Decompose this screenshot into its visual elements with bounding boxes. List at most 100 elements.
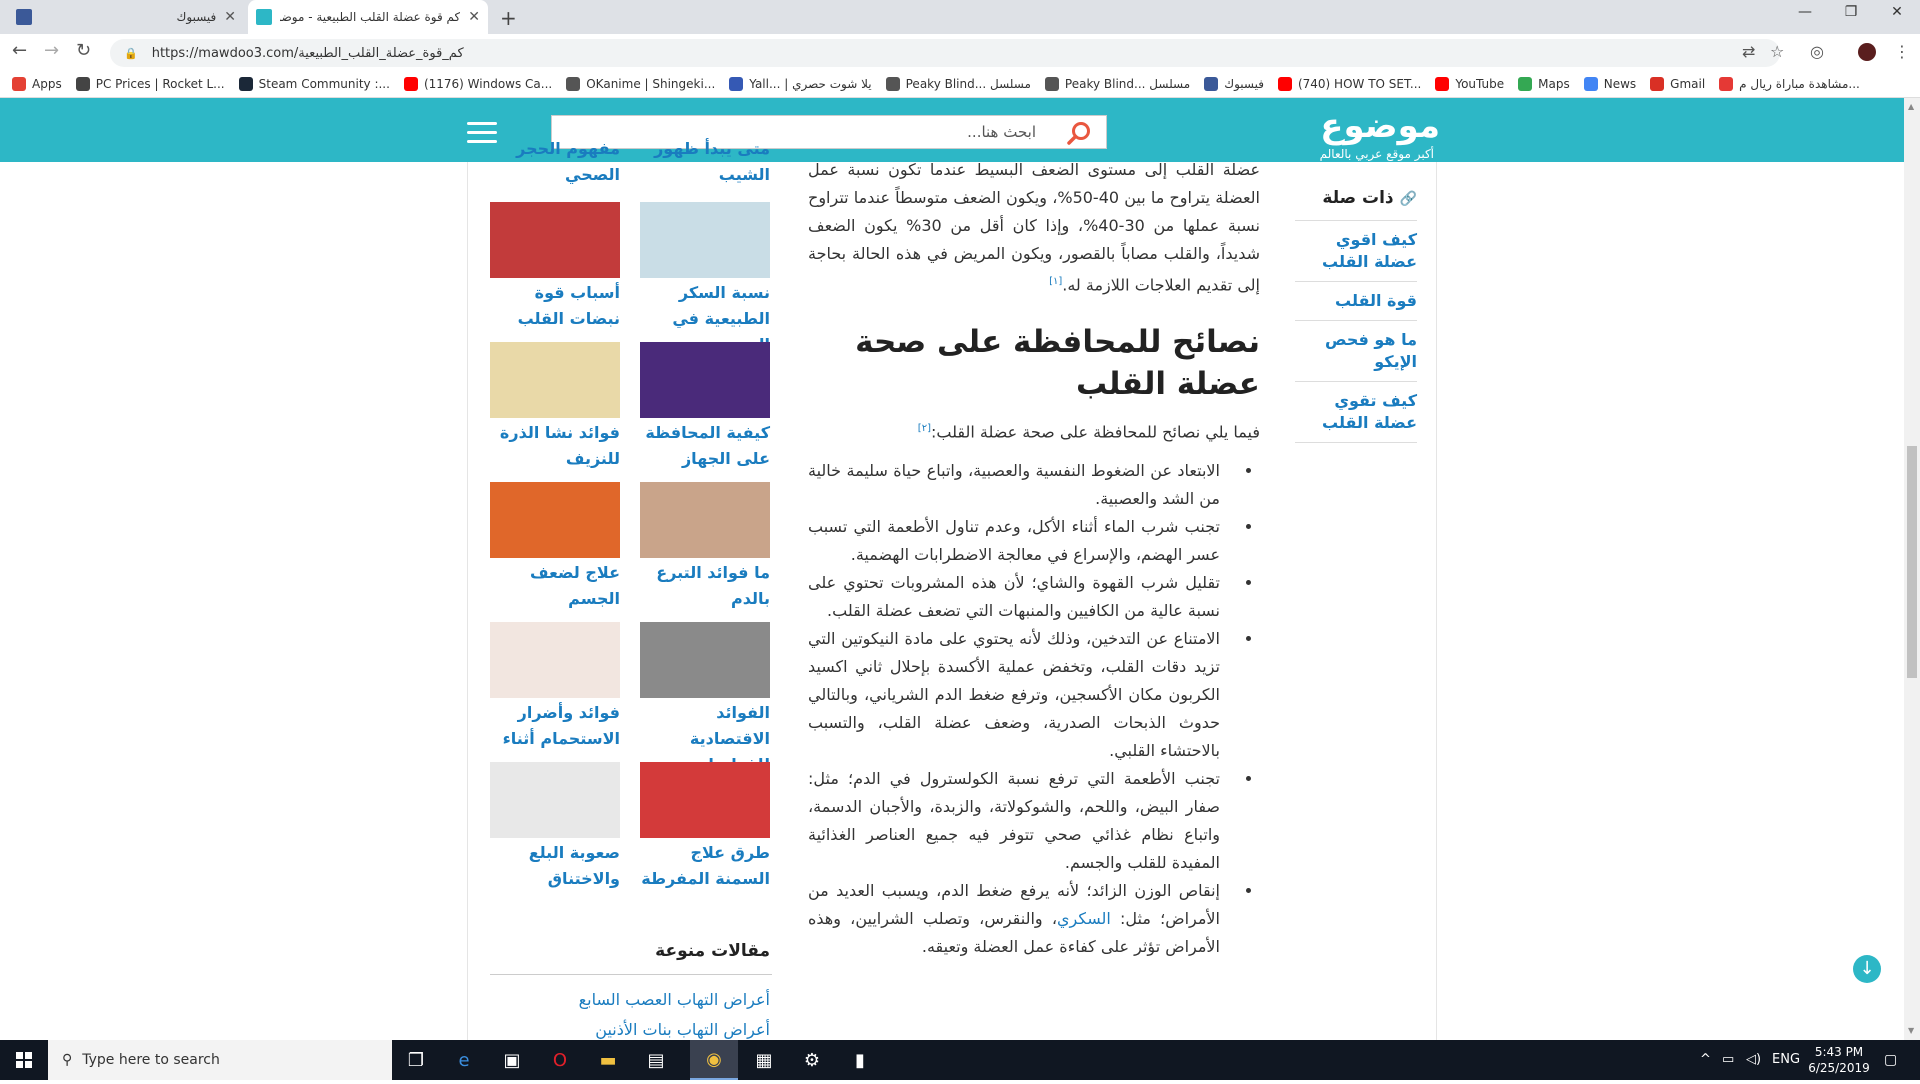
- tray-chevron-icon[interactable]: ^: [1700, 1052, 1711, 1067]
- reload-icon[interactable]: ↻: [76, 40, 91, 61]
- article-thumbnail[interactable]: [490, 202, 620, 278]
- network-icon[interactable]: ▭: [1722, 1052, 1734, 1067]
- windows-start-icon[interactable]: [0, 1040, 48, 1080]
- translate-icon[interactable]: ⇄: [1742, 42, 1755, 61]
- article-card[interactable]: الفوائد الاقتصادية للفطريات: [640, 622, 770, 774]
- article-thumbnail[interactable]: [640, 202, 770, 278]
- bookmark-item[interactable]: News: [1583, 76, 1636, 91]
- bookmark-item[interactable]: Peaky Blind... مسلسل: [885, 76, 1031, 91]
- article-thumbnail[interactable]: [640, 342, 770, 418]
- article-card[interactable]: طرق علاج السمنة المفرطة: [640, 762, 770, 902]
- scroll-up-arrow-icon[interactable]: ▲: [1908, 102, 1914, 111]
- bookmark-item[interactable]: Maps: [1518, 76, 1570, 91]
- edge-icon[interactable]: e: [440, 1040, 488, 1080]
- article-card[interactable]: فوائد وأضرار الاستحمام أثناء: [490, 622, 620, 762]
- article-thumbnail[interactable]: [490, 482, 620, 558]
- new-tab-button[interactable]: +: [500, 6, 517, 30]
- clock[interactable]: 5:43 PM 6/25/2019: [1804, 1044, 1874, 1076]
- article-card-title[interactable]: علاج لضعف الجسم: [490, 560, 620, 612]
- minimize-icon[interactable]: —: [1782, 4, 1828, 20]
- site-logo[interactable]: موضوع أكبر موقع عربي بالعالم: [1200, 106, 1440, 161]
- article-lead: فيما يلي نصائح للمحافظة على صحة عضلة الق…: [917, 422, 1260, 442]
- bookmark-item[interactable]: YouTube: [1435, 76, 1504, 91]
- task-view-icon[interactable]: ❐: [392, 1040, 440, 1080]
- page-scrollbar[interactable]: ▲ ▼: [1904, 98, 1920, 1040]
- bookmark-icon: [1650, 76, 1665, 91]
- misc-article-link[interactable]: أعراض التهاب بنات الأذنين: [490, 1020, 770, 1039]
- article-card-title[interactable]: طرق علاج السمنة المفرطة: [640, 840, 770, 892]
- related-link[interactable]: كيف اقوي عضلة القلب: [1295, 221, 1417, 282]
- article-thumbnail[interactable]: [490, 762, 620, 838]
- related-link[interactable]: ما هو فحص الإيكو: [1295, 321, 1417, 382]
- bookmark-item[interactable]: OKanime | Shingeki...: [566, 76, 715, 91]
- tab-facebook[interactable]: فيسبوك ✕: [8, 0, 244, 34]
- article-card-title[interactable]: فوائد وأضرار الاستحمام أثناء: [490, 700, 620, 752]
- article-card[interactable]: متى يبدأ ظهور الشيب: [640, 136, 770, 196]
- reference-link[interactable]: [٢]: [918, 423, 931, 434]
- store-icon[interactable]: ▣: [488, 1040, 536, 1080]
- search-icon: ⚲: [62, 1052, 73, 1068]
- extension-icon[interactable]: ◎: [1810, 42, 1824, 61]
- maximize-icon[interactable]: ❐: [1828, 4, 1874, 20]
- article-card-title[interactable]: فوائد نشا الذرة للنزيف: [490, 420, 620, 472]
- menu-dots-icon[interactable]: ⋮: [1894, 42, 1910, 61]
- scrollbar-thumb[interactable]: [1907, 446, 1917, 678]
- close-window-icon[interactable]: ✕: [1874, 4, 1920, 20]
- article-card[interactable]: نسبة السكر الطبيعية في الدم: [640, 202, 770, 354]
- language-indicator[interactable]: ENG: [1772, 1052, 1800, 1067]
- bookmark-item[interactable]: فيسبوك: [1204, 76, 1264, 91]
- article-thumbnail[interactable]: [640, 482, 770, 558]
- chrome-icon[interactable]: ◉: [690, 1040, 738, 1080]
- article-thumbnail[interactable]: [640, 762, 770, 838]
- article-card-title[interactable]: كيفية المحافظة على الجهاز: [640, 420, 770, 472]
- article-card[interactable]: علاج لضعف الجسم: [490, 482, 620, 622]
- related-link[interactable]: كيف تقوي عضلة القلب: [1295, 382, 1417, 443]
- scroll-down-arrow-icon[interactable]: ▼: [1908, 1026, 1914, 1035]
- close-icon[interactable]: ✕: [468, 9, 480, 25]
- profile-avatar[interactable]: [1858, 43, 1876, 61]
- bookmark-item[interactable]: (740) HOW TO SET...: [1277, 76, 1421, 91]
- article-card[interactable]: ما فوائد التبرع بالدم: [640, 482, 770, 622]
- article-card-title[interactable]: أسباب قوة نبضات القلب: [490, 280, 620, 332]
- article-card[interactable]: صعوبة البلع والاختناق: [490, 762, 620, 902]
- app-icon[interactable]: ▮: [836, 1040, 884, 1080]
- steam-icon[interactable]: ⚙: [788, 1040, 836, 1080]
- bookmark-item[interactable]: PC Prices | Rocket L...: [75, 76, 225, 91]
- search-icon[interactable]: [1066, 120, 1092, 146]
- diabetes-link[interactable]: السكري: [1057, 909, 1111, 928]
- app-icon[interactable]: ▤: [632, 1040, 680, 1080]
- article-thumbnail[interactable]: [490, 342, 620, 418]
- opera-icon[interactable]: O: [536, 1040, 584, 1080]
- article-thumbnail[interactable]: [640, 622, 770, 698]
- article-card-title[interactable]: ما فوائد التبرع بالدم: [640, 560, 770, 612]
- article-card-title[interactable]: صعوبة البلع والاختناق: [490, 840, 620, 892]
- volume-icon[interactable]: ◁): [1746, 1052, 1761, 1067]
- bookmark-item[interactable]: مشاهدة مباراة ريال م...: [1719, 76, 1860, 91]
- bookmark-item[interactable]: Apps: [12, 76, 62, 91]
- notification-icon[interactable]: ▢: [1884, 1052, 1897, 1068]
- article-card[interactable]: فوائد نشا الذرة للنزيف: [490, 342, 620, 482]
- taskbar-search-input[interactable]: ⚲ Type here to search: [48, 1040, 392, 1080]
- bookmark-item[interactable]: Gmail: [1650, 76, 1705, 91]
- article-card[interactable]: مفهوم الحجر الصحي: [490, 136, 620, 196]
- address-bar[interactable]: 🔒 https://mawdoo3.com/كم_قوة_عضلة_القلب_…: [110, 39, 1780, 67]
- star-icon[interactable]: ☆: [1770, 42, 1784, 61]
- app-icon[interactable]: ▦: [740, 1040, 788, 1080]
- article-thumbnail[interactable]: [490, 622, 620, 698]
- bookmark-item[interactable]: (1176) Windows Ca...: [403, 76, 552, 91]
- tab-mawdoo3[interactable]: كم قوة عضلة القلب الطبيعية - موضوع ✕: [248, 0, 488, 34]
- related-link[interactable]: قوة القلب: [1295, 282, 1417, 321]
- bookmark-item[interactable]: Steam Community :...: [238, 76, 390, 91]
- misc-article-link[interactable]: أعراض التهاب العصب السابع: [490, 990, 770, 1009]
- reference-link[interactable]: [١]: [1049, 276, 1062, 287]
- scroll-down-icon[interactable]: ↓: [1853, 955, 1881, 983]
- article-card[interactable]: كيفية المحافظة على الجهاز: [640, 342, 770, 482]
- card-row: ما فوائد التبرع بالدم علاج لضعف الجسم: [490, 482, 770, 622]
- bookmark-item[interactable]: Yall... | يلا شوت حصري: [729, 76, 872, 91]
- article-card[interactable]: أسباب قوة نبضات القلب: [490, 202, 620, 342]
- bookmark-item[interactable]: Peaky Blind... مسلسل: [1044, 76, 1190, 91]
- back-icon[interactable]: ←: [12, 40, 27, 61]
- file-explorer-icon[interactable]: ▬: [584, 1040, 632, 1080]
- close-icon[interactable]: ✕: [224, 9, 236, 25]
- forward-icon[interactable]: →: [44, 40, 59, 61]
